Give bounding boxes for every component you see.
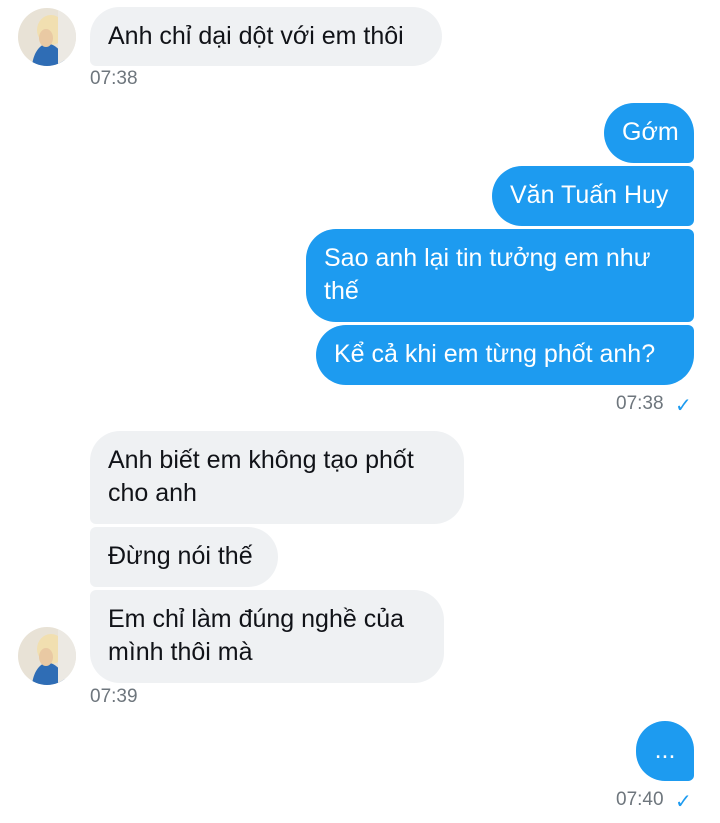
- checkmark-icon: ✓: [675, 395, 692, 417]
- message-bubble-incoming[interactable]: Em chỉ làm đúng nghề của mình thôi mà: [90, 590, 444, 683]
- message-timestamp: 07:38: [90, 68, 138, 89]
- contact-avatar[interactable]: [18, 8, 76, 66]
- message-bubble-outgoing[interactable]: Kể cả khi em từng phốt anh?: [316, 325, 694, 385]
- message-bubble-outgoing[interactable]: Sao anh lại tin tưởng em như thế: [306, 229, 694, 322]
- message-bubble-outgoing[interactable]: Gớm: [604, 103, 694, 163]
- message-timestamp: 07:38: [616, 393, 664, 414]
- message-bubble-outgoing[interactable]: Văn Tuấn Huy: [492, 166, 694, 226]
- checkmark-icon: ✓: [675, 791, 692, 813]
- message-bubble-outgoing[interactable]: ...: [636, 721, 694, 781]
- message-bubble-incoming[interactable]: Anh chỉ dại dột với em thôi: [90, 7, 442, 66]
- message-bubble-incoming[interactable]: Anh biết em không tạo phốt cho anh: [90, 431, 464, 524]
- message-timestamp: 07:39: [90, 686, 138, 707]
- contact-avatar[interactable]: [18, 627, 76, 685]
- message-bubble-incoming[interactable]: Đừng nói thế: [90, 527, 278, 587]
- message-timestamp: 07:40: [616, 789, 664, 810]
